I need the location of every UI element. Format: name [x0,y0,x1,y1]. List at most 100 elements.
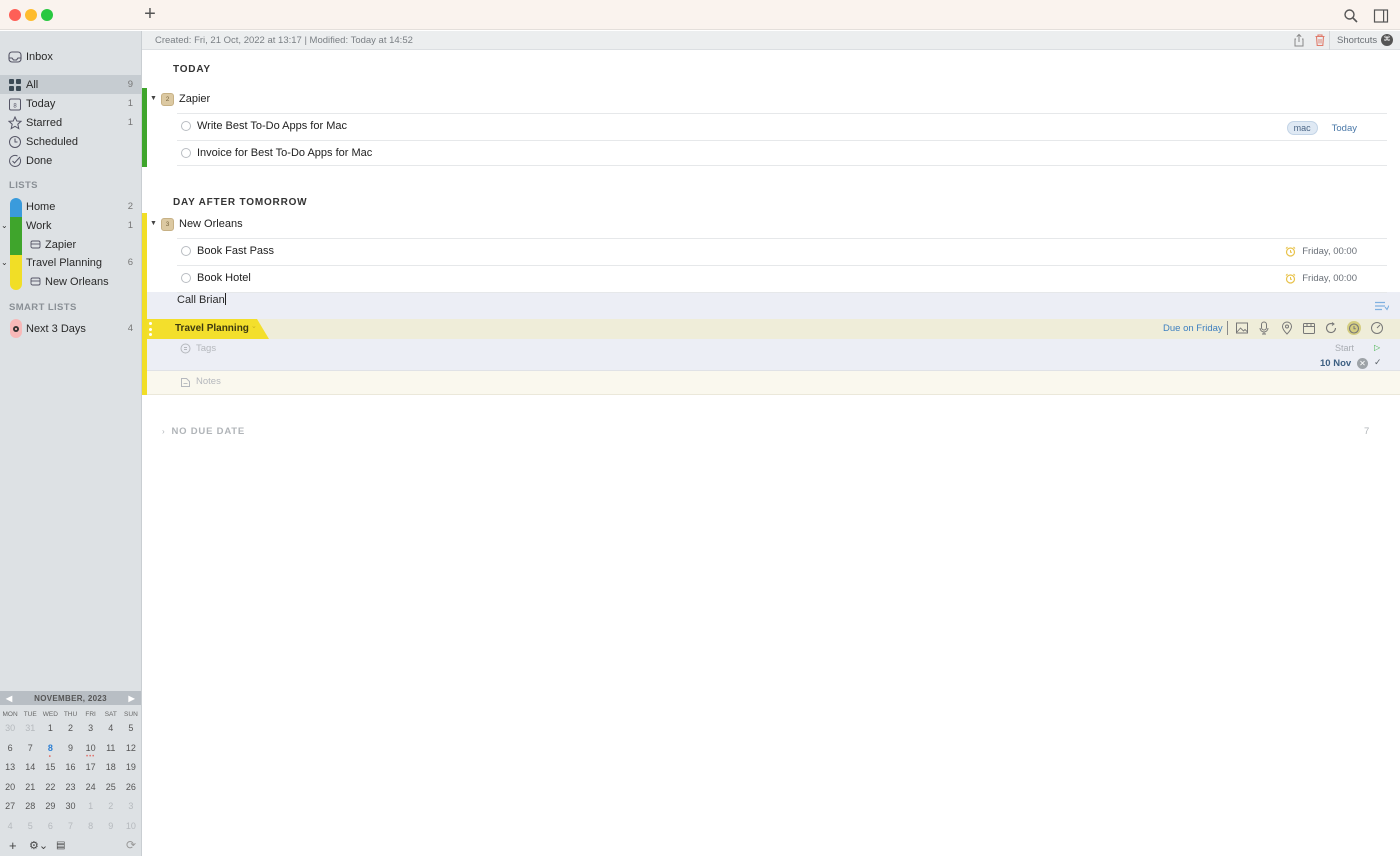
add-list-icon[interactable]: + [9,838,17,853]
calendar-day[interactable]: 29 [40,799,60,819]
minimize-window-button[interactable] [25,9,37,21]
calendar-day[interactable]: 28 [20,799,40,819]
calendar-day[interactable]: 7 [20,741,40,761]
calendar-day[interactable]: 27 [0,799,20,819]
calendar-day[interactable]: 15 [40,760,60,780]
task-row-editing[interactable]: Call Brian [177,292,1389,319]
sidebar-item-done[interactable]: Done [0,151,141,170]
alarm-reminder-icon[interactable] [1347,321,1361,335]
sidebar-item-all[interactable]: All 9 [0,75,141,94]
confirm-check-icon[interactable]: ✓ [1374,357,1382,368]
image-attachment-icon[interactable] [1235,321,1249,335]
clear-date-icon[interactable]: ✕ [1357,358,1368,369]
calendar-day[interactable]: 6 [0,741,20,761]
project-header-zapier[interactable]: ▼ 2 Zapier [147,88,1387,112]
calendar-day[interactable]: 22 [40,780,60,800]
location-pin-icon[interactable] [1280,321,1294,335]
calendar-day[interactable]: 17 [81,760,101,780]
sidebar-list-home[interactable]: Home 2 [0,197,141,216]
project-header-new-orleans[interactable]: ▼ 3 New Orleans [147,213,1387,237]
sidebar-item-scheduled[interactable]: Scheduled [0,132,141,151]
repeat-icon[interactable] [1324,321,1338,335]
calendar-day[interactable]: 5 [20,819,40,839]
calendar-day[interactable]: 13 [0,760,20,780]
share-icon[interactable] [1292,33,1306,47]
calendar-day[interactable]: 11 [101,741,121,761]
sync-icon[interactable]: ⟳ [126,838,136,852]
calendar-event-icon[interactable] [1302,321,1316,335]
calendar-day[interactable]: 1 [40,721,60,741]
task-row[interactable]: Book Fast Pass Friday, 00:00 [177,238,1387,264]
calendar-day[interactable]: 26 [121,780,141,800]
task-checkbox[interactable] [181,148,191,158]
drag-handle[interactable] [149,322,152,336]
command-key-icon[interactable]: ⌘ [1381,34,1393,46]
calendar-day[interactable]: 20 [0,780,20,800]
calendar-day[interactable]: 14 [20,760,40,780]
calendar-day[interactable]: 31 [20,721,40,741]
calendar-day[interactable]: 23 [60,780,80,800]
sidebar-list-work[interactable]: ⌄ Work 1 [0,216,141,235]
collapse-chevron-icon[interactable]: ▼ [150,220,157,227]
collapse-chevron-icon[interactable]: ▼ [150,95,157,102]
list-selector-dropdown[interactable]: Travel Planning ⌄ [147,319,269,339]
calendar-day[interactable]: 16 [60,760,80,780]
calendar-day[interactable]: 9 [60,741,80,761]
calendar-day[interactable]: 4 [101,721,121,741]
calendar-day[interactable]: 9 [101,819,121,839]
calendar-day[interactable]: 30 [60,799,80,819]
checklist-icon[interactable] [1375,301,1389,312]
play-icon[interactable]: ▷ [1374,343,1380,352]
sidebar-smart-list-next-3-days[interactable]: Next 3 Days 4 [0,319,141,338]
calendar-toggle-icon[interactable]: ▤ [56,840,65,851]
calendar-day[interactable]: 2 [101,799,121,819]
calendar-day[interactable]: 2 [60,721,80,741]
calendar-day[interactable]: 21 [20,780,40,800]
due-date-value[interactable]: 10 Nov [1320,358,1351,369]
calendar-day[interactable]: 7 [60,819,80,839]
task-row[interactable]: Invoice for Best To-Do Apps for Mac [177,140,1387,166]
next-month-icon[interactable]: ▶ [129,694,135,703]
sidebar-project-new-orleans[interactable]: New Orleans [0,272,141,291]
sidebar-item-inbox[interactable]: Inbox [0,47,141,66]
start-timer-label[interactable]: Start [1335,343,1354,353]
calendar-day[interactable]: 5 [121,721,141,741]
calendar-day[interactable]: 8 [81,819,101,839]
shortcuts-button[interactable]: Shortcuts [1337,35,1377,46]
notes-row[interactable]: Notes [147,371,1400,395]
trash-icon[interactable] [1313,33,1327,47]
task-row[interactable]: Book Hotel Friday, 00:00 [177,265,1387,291]
calendar-day[interactable]: 3 [81,721,101,741]
close-window-button[interactable] [9,9,21,21]
new-task-button[interactable]: + [140,4,160,26]
previous-month-icon[interactable]: ◀ [6,694,12,703]
calendar-day[interactable]: 1 [81,799,101,819]
search-icon[interactable] [1342,7,1360,25]
task-checkbox[interactable] [181,121,191,131]
task-checkbox[interactable] [181,273,191,283]
sidebar-item-today[interactable]: 8 Today 1 [0,94,141,113]
tag-pill[interactable]: mac [1286,121,1318,135]
time-estimate-icon[interactable] [1370,321,1384,335]
due-date-button[interactable]: Due on Friday [1163,323,1223,334]
microphone-icon[interactable] [1257,321,1271,335]
calendar-day[interactable]: 19 [121,760,141,780]
zoom-window-button[interactable] [41,9,53,21]
task-checkbox[interactable] [181,246,191,256]
section-title-no-due-date[interactable]: › NO DUE DATE [162,426,245,437]
calendar-day[interactable]: 4 [0,819,20,839]
tags-row[interactable]: Tags [147,339,1400,371]
calendar-day[interactable]: 18 [101,760,121,780]
calendar-day[interactable]: 25 [101,780,121,800]
calendar-day[interactable]: 12 [121,741,141,761]
settings-gear-icon[interactable]: ⚙⌄ [29,839,48,852]
sidebar-list-travel-planning[interactable]: ⌄ Travel Planning 6 [0,253,141,272]
calendar-day[interactable]: 8 • [40,741,60,761]
calendar-day[interactable]: 6 [40,819,60,839]
collapse-chevron-icon[interactable]: ⌄ [1,221,8,230]
sidebar-toggle-icon[interactable] [1372,7,1390,25]
collapse-chevron-icon[interactable]: ⌄ [1,258,8,267]
task-row[interactable]: Write Best To-Do Apps for Mac mac Today [177,113,1387,139]
sidebar-item-starred[interactable]: Starred 1 [0,113,141,132]
task-title-input[interactable]: Call Brian [177,293,226,306]
